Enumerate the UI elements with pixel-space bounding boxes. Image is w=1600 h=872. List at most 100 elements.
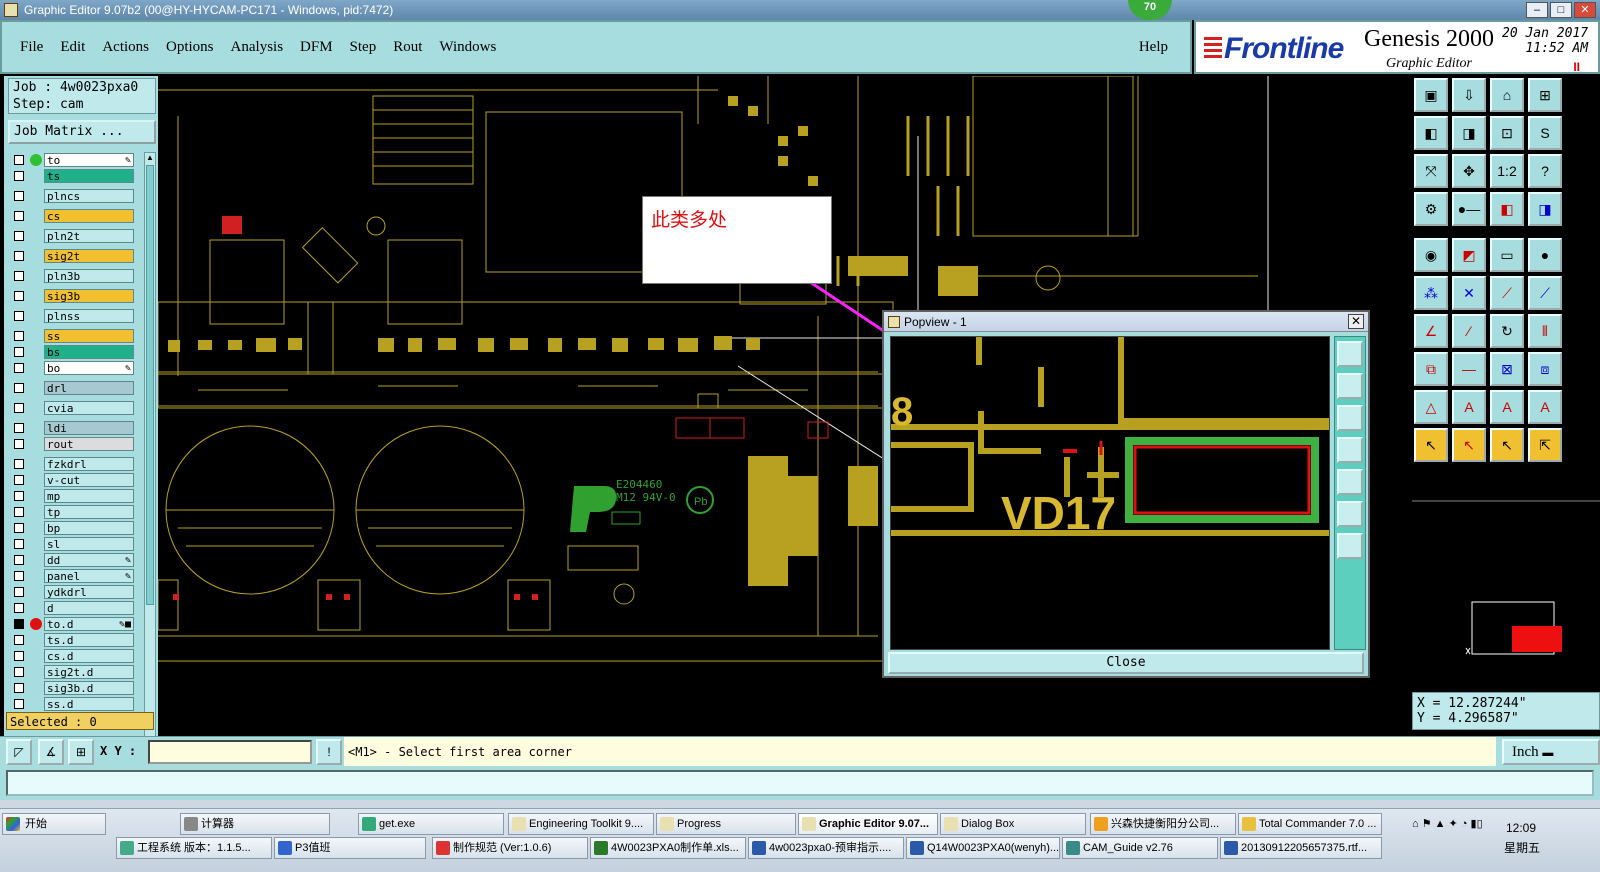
layer-row[interactable]: ldi [8,420,140,436]
group-icon[interactable]: ⧈ [1528,352,1562,386]
task-xingsen[interactable]: 兴森快捷衡阳分公司... [1090,813,1236,835]
rotate-icon[interactable]: ↻ [1490,314,1524,348]
layer-checkbox[interactable] [14,383,24,393]
open-step-icon[interactable]: ▣ [1414,78,1448,112]
layer-row[interactable]: plncs [8,188,140,204]
popview-close-icon[interactable]: ✕ [1348,314,1364,329]
layer-checkbox[interactable] [14,699,24,709]
layer-checkbox[interactable] [14,619,24,629]
layer-name[interactable]: sig2t.d [44,665,134,679]
layer-name[interactable]: tp [44,505,134,519]
xy-input[interactable] [148,740,312,764]
layer-name[interactable]: d [44,601,134,615]
layer-row[interactable]: ts.d [8,632,140,648]
layer-row[interactable]: v-cut [8,472,140,488]
layer-name[interactable]: bs [44,345,134,359]
layer-name[interactable]: plncs [44,189,134,203]
layer-row[interactable]: ts [8,168,140,184]
zoom-fit-icon[interactable]: ⤧ [1414,154,1448,188]
query-icon[interactable]: ? [1528,154,1562,188]
circle-icon[interactable]: ● [1528,238,1562,272]
connect-icon[interactable]: ⁂ [1414,276,1448,310]
popview-close-button[interactable]: Close [888,652,1364,674]
arc-c-icon[interactable]: A [1490,390,1524,424]
layer-checkbox[interactable] [14,539,24,549]
layer-checkbox[interactable] [14,587,24,597]
line-blue-icon[interactable]: ⟋ [1528,276,1562,310]
add-pad-icon[interactable]: ◉ [1414,238,1448,272]
layer-row[interactable]: sig2t [8,248,140,264]
layer-checkbox[interactable] [14,191,24,201]
slash-icon[interactable]: ⁄ [1452,314,1486,348]
popview-pan-down-icon[interactable] [1337,405,1363,431]
popview-canvas[interactable]: 8 VD17 [890,336,1330,650]
layer-row[interactable]: dd ✎ [8,552,140,568]
layer-row[interactable]: sig3b [8,288,140,304]
layer-checkbox[interactable] [14,331,24,341]
layer-name[interactable]: cs [44,209,134,223]
start-button[interactable]: 开始 [2,813,106,835]
layer-checkbox[interactable] [14,291,24,301]
layer-name[interactable]: ss [44,329,134,343]
layer-row[interactable]: sl [8,536,140,552]
layer-row[interactable]: bs [8,344,140,360]
layer-row[interactable]: d [8,600,140,616]
angle-snap-icon[interactable]: ∡ [38,739,64,765]
task-calculator[interactable]: 计算器 [180,813,330,835]
popview-titlebar[interactable]: Popview - 1 ✕ [884,312,1368,332]
task-spec[interactable]: 制作规范 (Ver:1.0.6) [432,837,588,859]
layer-name[interactable]: sig3b [44,289,134,303]
job-matrix-button[interactable]: Job Matrix ... [8,120,156,144]
layer-checkbox[interactable] [14,403,24,413]
layer-name[interactable]: bo ✎ [44,361,134,375]
task-preview-instructions[interactable]: 4w0023pxa0-预审指示.... [748,837,904,859]
popview-pan-right-icon[interactable] [1337,469,1363,495]
layer-checkbox[interactable] [14,683,24,693]
layer-checkbox[interactable] [14,211,24,221]
layer-row[interactable]: cvia [8,400,140,416]
popview-zoom-in-icon[interactable] [1337,341,1363,367]
menu-options[interactable]: Options [166,39,214,56]
layer-row[interactable]: to.d ✎■ [8,616,140,632]
layer-row[interactable]: bo ✎ [8,360,140,376]
task-xls-order[interactable]: 4W0023PXA0制作单.xls... [590,837,746,859]
window-split-icon[interactable]: ⊞ [1528,78,1562,112]
mirror-icon[interactable]: ⫴ [1528,314,1562,348]
layer-row[interactable]: pln3b [8,268,140,284]
task-total-commander[interactable]: Total Commander 7.0 ... [1238,813,1382,835]
layer-name[interactable]: ts.d [44,633,134,647]
task-p3-duty[interactable]: P3值班 [274,837,426,859]
select-box-icon[interactable]: ↖ [1490,428,1524,462]
arc-d-icon[interactable]: A [1528,390,1562,424]
layer-name[interactable]: fzkdrl [44,457,134,471]
layer-name[interactable]: ldi [44,421,134,435]
redraw-icon[interactable]: S [1528,116,1562,150]
layer-name[interactable]: to ✎ [44,153,134,167]
task-get-exe[interactable]: get.exe [358,813,504,835]
overview-map[interactable] [1412,500,1600,664]
task-engineering-toolkit[interactable]: Engineering Toolkit 9.... [508,813,654,835]
zoom-center-icon[interactable]: ✥ [1452,154,1486,188]
layer-checkbox[interactable] [14,491,24,501]
scroll-thumb[interactable] [146,165,154,605]
copy-icon[interactable]: ⧉ [1414,352,1448,386]
task-rtf-file[interactable]: 20130912205657375.rtf... [1220,837,1382,859]
layer-row[interactable]: sig3b.d [8,680,140,696]
layer-name[interactable]: to.d ✎■ [44,617,134,631]
close-window-button[interactable]: ✕ [1574,2,1596,18]
layer-checkbox[interactable] [14,667,24,677]
layer-checkbox[interactable] [14,423,24,433]
layer-checkbox[interactable] [14,651,24,661]
ruler-icon[interactable]: ▭ [1490,238,1524,272]
layer-name[interactable]: ydkdrl [44,585,134,599]
layer-name[interactable]: sl [44,537,134,551]
task-graphic-editor[interactable]: Graphic Editor 9.07... [798,813,938,835]
layer-row[interactable]: fzkdrl [8,456,140,472]
layer-name[interactable]: ts [44,169,134,183]
layer-checkbox[interactable] [14,635,24,645]
layer-name[interactable]: pln3b [44,269,134,283]
menu-step[interactable]: Step [350,39,377,56]
maximize-button[interactable]: □ [1550,2,1572,18]
layer-checkbox[interactable] [14,311,24,321]
arc-b-icon[interactable]: A [1452,390,1486,424]
